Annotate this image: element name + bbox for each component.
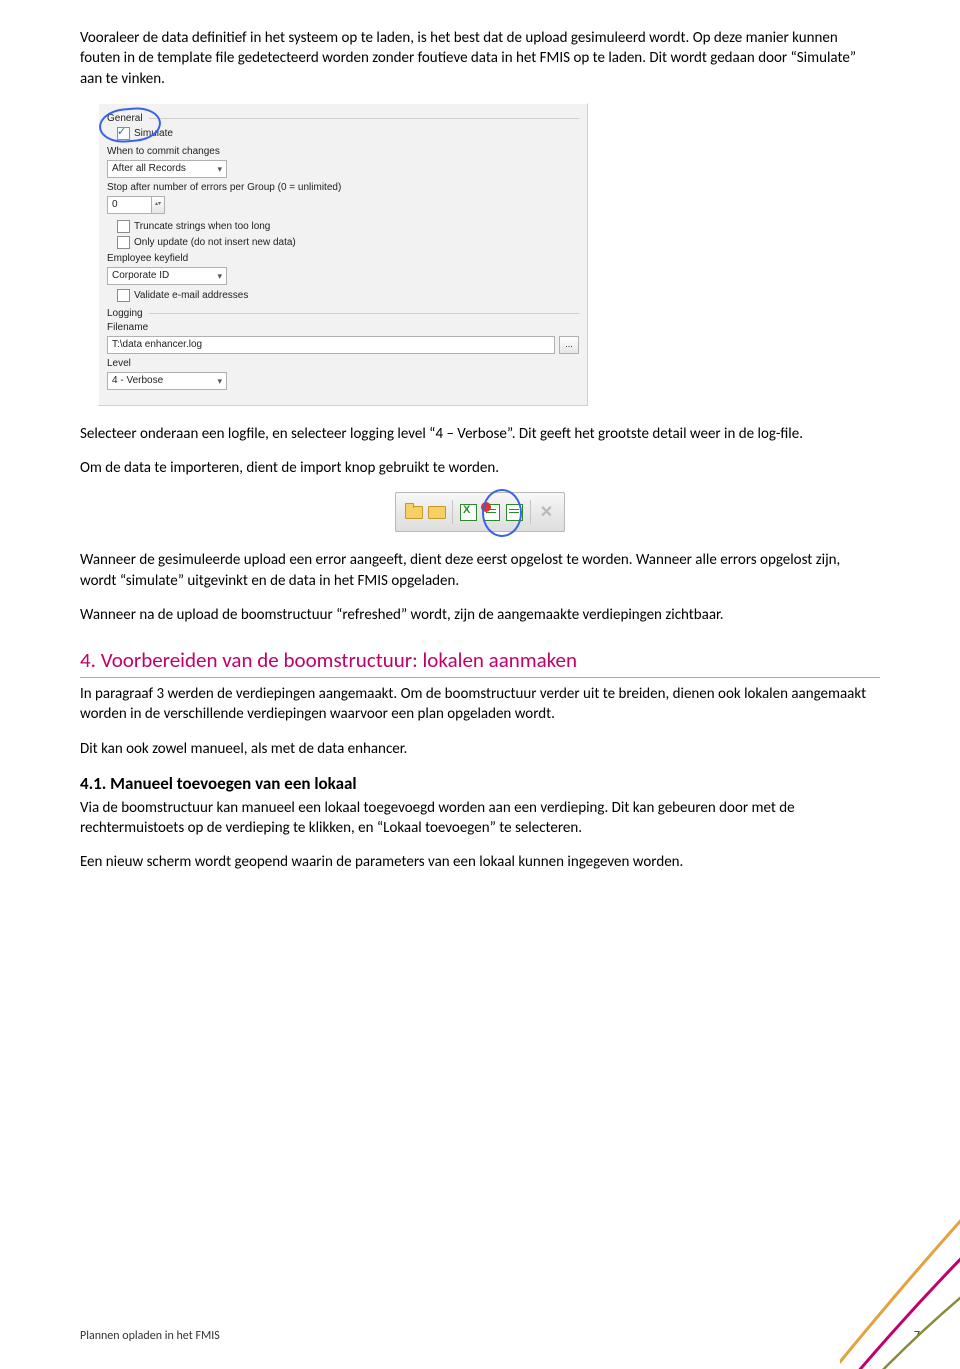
page-number: 7 [914,1329,920,1343]
excel-icon[interactable] [459,502,478,522]
subsection-heading-4-1: 4.1. Manueel toevoegen van een lokaal [80,773,880,794]
checkbox-label: Only update (do not insert new data) [134,237,296,248]
spinner-stop-after[interactable]: 0 ▴▾ [107,196,167,214]
label-level: Level [107,358,579,369]
open-folder-icon[interactable] [404,502,423,522]
select-emp-keyfield[interactable]: Corporate ID [107,267,227,285]
footer-title: Plannen opladen in het FMIS [80,1329,220,1343]
label-filename: Filename [107,322,579,333]
browse-button[interactable]: ... [559,336,579,354]
checkbox-only-update[interactable]: Only update (do not insert new data) [117,236,579,249]
group-header-general: General [107,113,579,124]
new-folder-icon[interactable] [427,502,446,522]
section-heading-4: 4. Voorbereiden van de boomstructuur: lo… [80,647,880,678]
body-paragraph: Een nieuw scherm wordt geopend waarin de… [80,852,880,872]
screenshot-general-options: General Simulate When to commit changes … [98,103,588,406]
export-icon[interactable] [505,502,524,522]
body-paragraph: Wanneer de gesimuleerde upload een error… [80,550,880,591]
input-filename[interactable]: T:\data enhancer.log [107,336,555,354]
label-stop-after: Stop after number of errors per Group (0… [107,182,579,193]
select-when-commit[interactable]: After all Records [107,160,227,178]
checkbox-icon [117,236,130,249]
body-paragraph: Dit kan ook zowel manueel, als met de da… [80,739,880,759]
delete-icon[interactable]: ✕ [537,502,556,522]
toolbar-separator [452,500,453,524]
body-paragraph: Selecteer onderaan een logfile, en selec… [80,424,880,444]
screenshot-toolbar: ✕ [395,492,565,532]
body-paragraph: Vooraleer de data definitief in het syst… [80,28,880,89]
page-footer: Plannen opladen in het FMIS 7 [80,1329,920,1343]
checkbox-validate-email[interactable]: Validate e-mail addresses [117,289,579,302]
spinner-buttons-icon[interactable]: ▴▾ [151,196,165,214]
checkbox-icon [117,220,130,233]
body-paragraph: In paragraaf 3 werden de verdiepingen aa… [80,684,880,725]
checkbox-icon [117,289,130,302]
checkbox-truncate[interactable]: Truncate strings when too long [117,220,579,233]
body-paragraph: Via de boomstructuur kan manueel een lok… [80,798,880,839]
body-paragraph: Wanneer na de upload de boomstructuur “r… [80,605,880,625]
checkbox-label: Validate e-mail addresses [134,290,248,301]
body-paragraph: Om de data te importeren, dient de impor… [80,458,880,478]
label-when-commit: When to commit changes [107,146,579,157]
toolbar-separator [530,500,531,524]
checkbox-icon [117,127,130,140]
select-level[interactable]: 4 - Verbose [107,372,227,390]
import-icon[interactable] [482,502,501,522]
checkbox-simulate[interactable]: Simulate [117,127,579,140]
label-emp-keyfield: Employee keyfield [107,253,579,264]
group-header-logging: Logging [107,308,579,319]
checkbox-label: Truncate strings when too long [134,221,270,232]
checkbox-label: Simulate [134,128,173,139]
